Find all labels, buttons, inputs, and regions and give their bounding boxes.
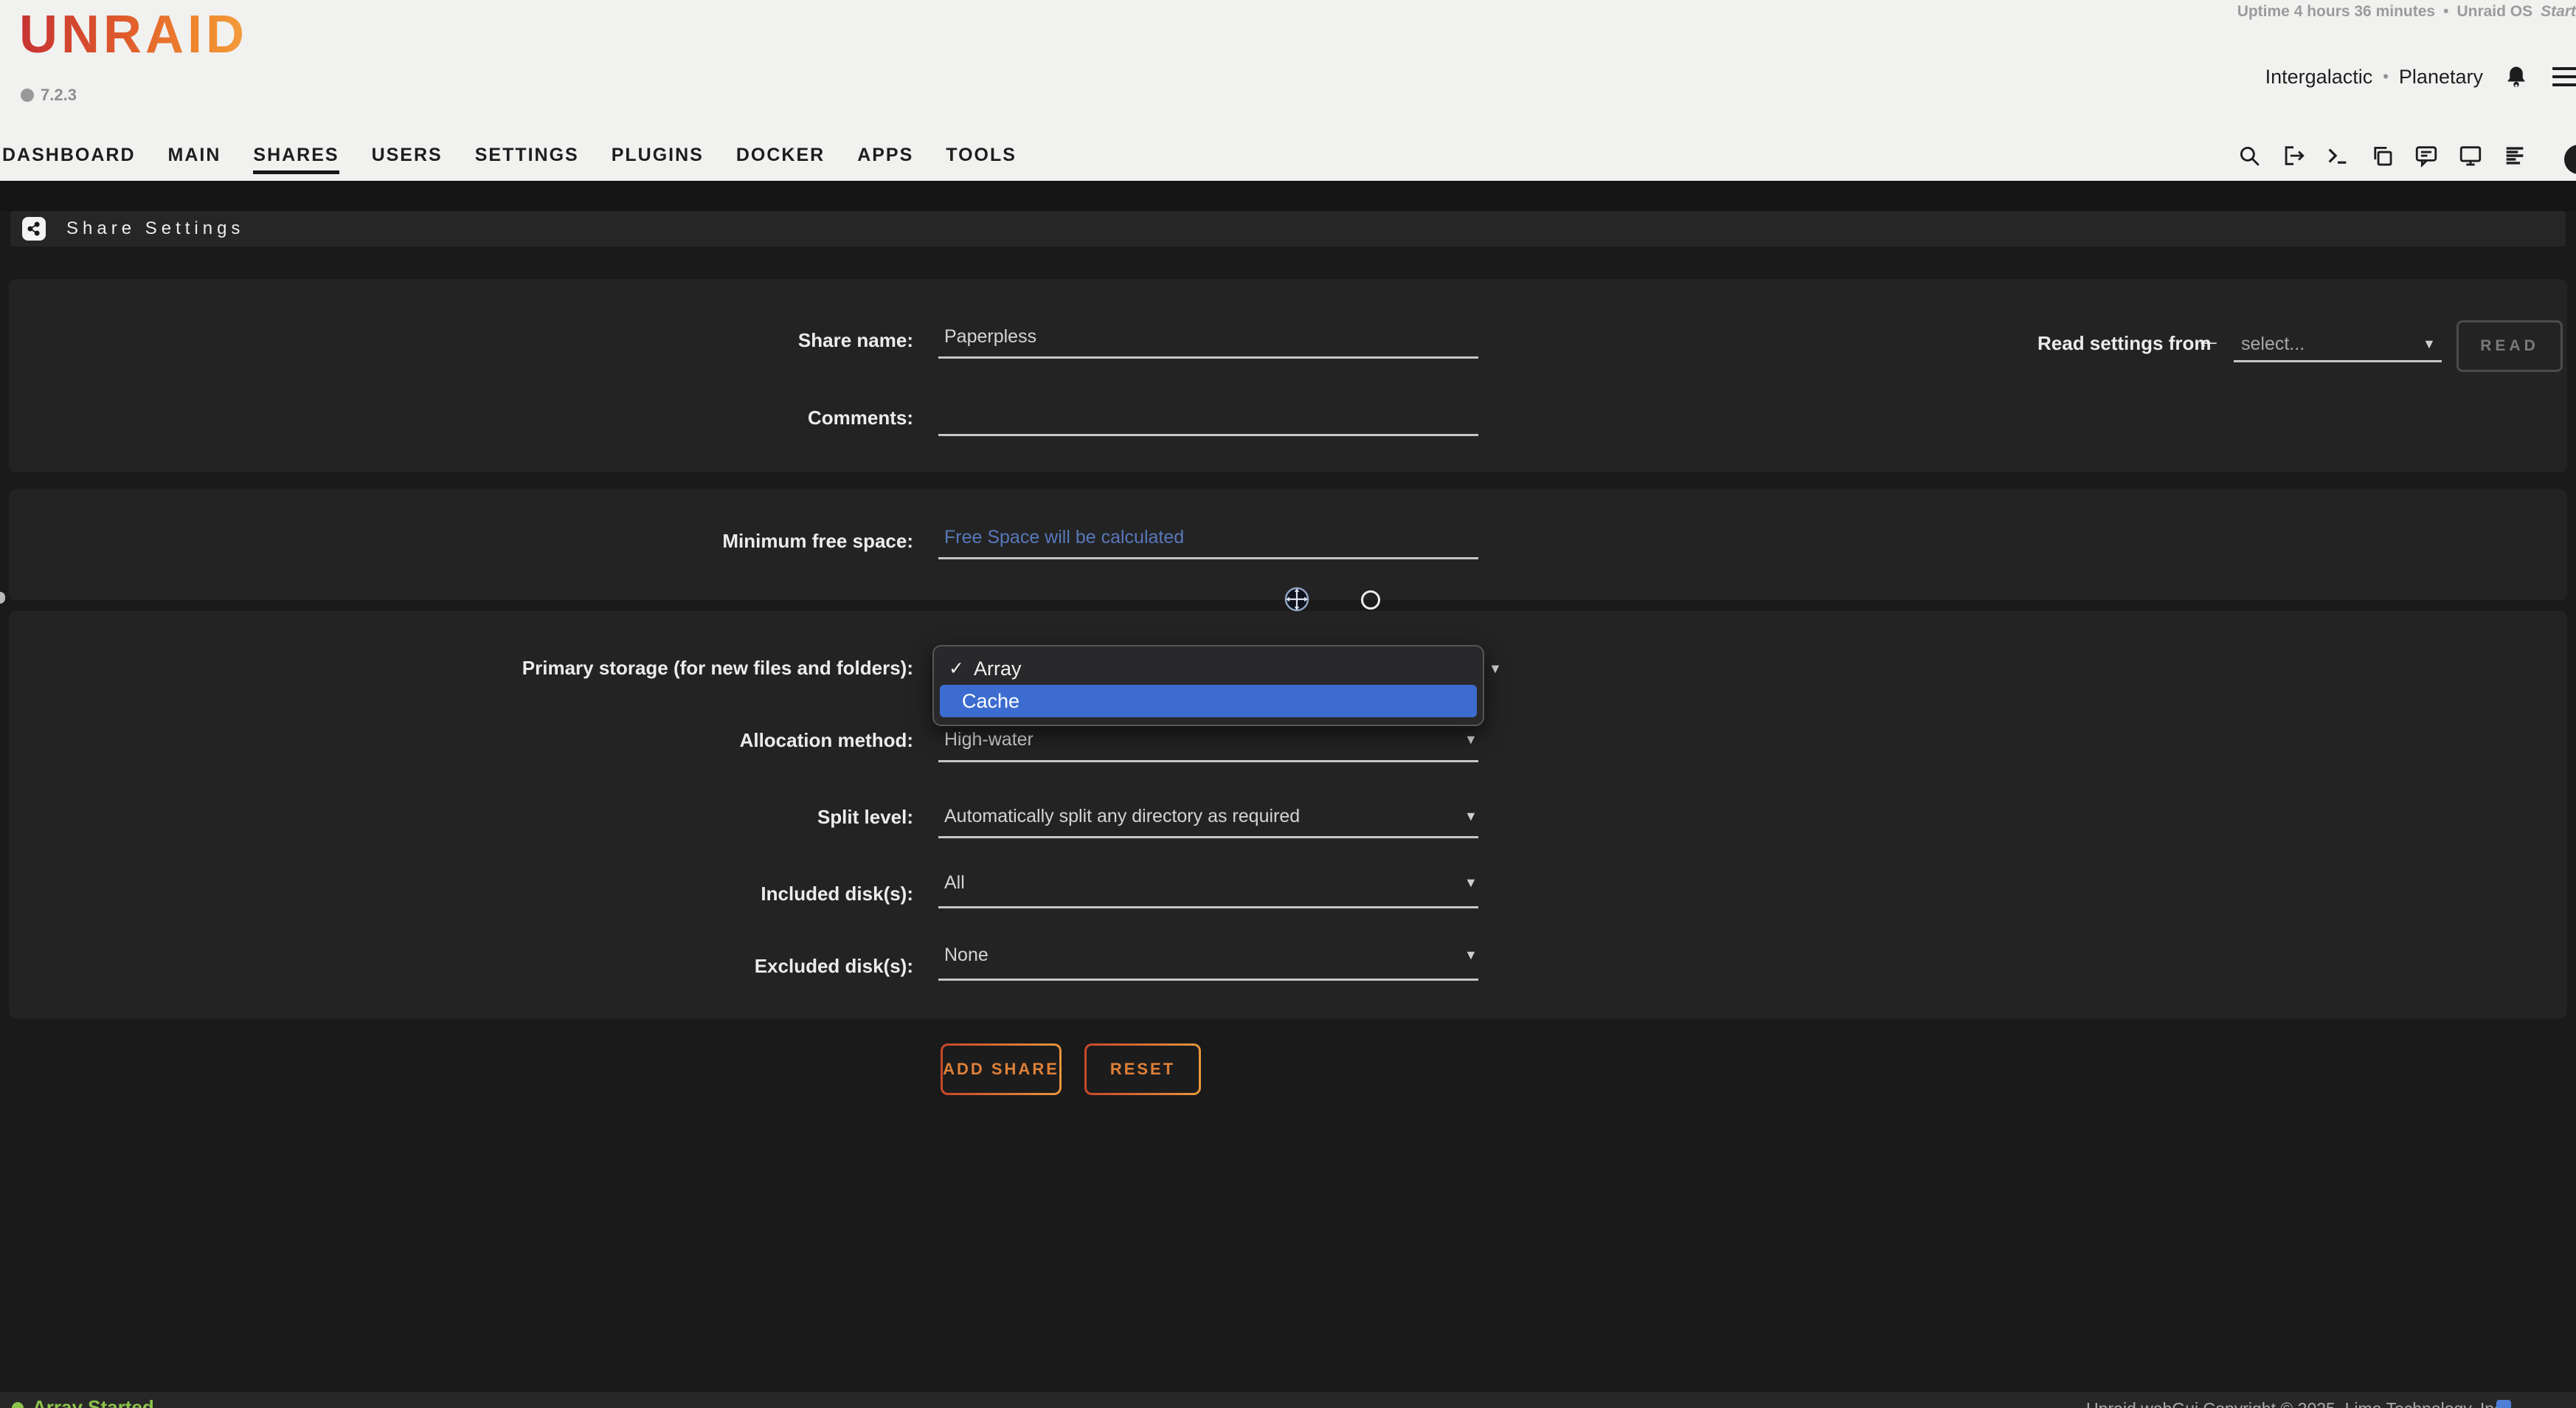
uptime-text: Uptime 4 hours 36 minutes bbox=[2237, 3, 2435, 21]
array-status-text: Array Started bbox=[32, 1396, 154, 1408]
terminal-icon[interactable] bbox=[2325, 143, 2350, 168]
nav-item-apps[interactable]: APPS bbox=[857, 145, 913, 174]
allocation-method-caret-icon: ▼ bbox=[1464, 732, 1478, 748]
read-settings-select[interactable]: select... bbox=[2241, 334, 2305, 355]
uptime-line: Uptime 4 hours 36 minutes • Unraid OS St… bbox=[2237, 3, 2576, 21]
server-line: Intergalactic • Planetary bbox=[2265, 63, 2576, 90]
allocation-method-label: Allocation method: bbox=[0, 729, 913, 752]
search-icon[interactable] bbox=[2237, 143, 2262, 168]
excluded-disks-caret-icon: ▼ bbox=[1464, 948, 1478, 963]
check-icon: ✓ bbox=[949, 658, 965, 680]
version-indicator: 7.2.3 bbox=[21, 86, 77, 105]
split-level-underline bbox=[938, 836, 1478, 838]
notifications-bell-icon[interactable] bbox=[2504, 63, 2529, 90]
dropdown-option-label: Cache bbox=[962, 690, 1019, 713]
primary-storage-label: Primary storage (for new files and folde… bbox=[0, 657, 913, 680]
share-name-label: Share name: bbox=[0, 329, 913, 352]
unraid-logo: UNRAID bbox=[19, 4, 248, 65]
panel-share-identity bbox=[9, 279, 2567, 472]
profile-icon[interactable] bbox=[2564, 145, 2576, 174]
split-level-select[interactable]: Automatically split any directory as req… bbox=[944, 806, 1300, 827]
hamburger-menu-icon[interactable] bbox=[2552, 67, 2576, 86]
header: UNRAID 7.2.3 Uptime 4 hours 36 minutes •… bbox=[0, 0, 2576, 181]
primary-storage-caret-icon: ▼ bbox=[1489, 661, 1502, 677]
min-free-space-input[interactable] bbox=[938, 525, 1478, 559]
read-settings-underline bbox=[2234, 360, 2442, 362]
read-settings-caret-icon: ▼ bbox=[2423, 337, 2436, 352]
header-toolbar bbox=[2237, 143, 2527, 168]
split-level-label: Split level: bbox=[0, 806, 913, 829]
footer-info-icon[interactable] bbox=[2496, 1400, 2511, 1408]
copyright-text: Unraid webGui Copyright © 2025, Lime Tec… bbox=[2086, 1399, 2507, 1408]
dropdown-option-label: Array bbox=[974, 658, 1022, 680]
excluded-disks-label: Excluded disk(s): bbox=[0, 955, 913, 978]
nav-item-users[interactable]: USERS bbox=[372, 145, 443, 174]
back-arrow-icon: ← bbox=[2195, 323, 2222, 354]
allocation-method-select[interactable]: High-water bbox=[944, 729, 1033, 750]
log-icon[interactable] bbox=[2502, 143, 2527, 168]
included-disks-caret-icon: ▼ bbox=[1464, 875, 1478, 891]
uptime-bullet: • bbox=[2443, 3, 2448, 21]
nav-item-plugins[interactable]: PLUGINS bbox=[612, 145, 704, 174]
footer: Array Started Unraid webGui Copyright © … bbox=[0, 1392, 2576, 1408]
nav-item-main[interactable]: MAIN bbox=[168, 145, 221, 174]
version-text: 7.2.3 bbox=[41, 86, 77, 105]
copy-icon[interactable] bbox=[2369, 143, 2395, 168]
server-name: Intergalactic bbox=[2265, 66, 2373, 89]
nav-item-dashboard[interactable]: DASHBOARD bbox=[2, 145, 136, 174]
allocation-method-underline bbox=[938, 760, 1478, 762]
dropdown-option-cache[interactable]: Cache bbox=[940, 685, 1477, 717]
page-title: Share Settings bbox=[66, 218, 244, 239]
min-free-space-label: Minimum free space: bbox=[0, 530, 913, 553]
dropdown-option-array[interactable]: ✓ Array bbox=[940, 652, 1477, 685]
unraid-share-settings-screen: UNRAID 7.2.3 Uptime 4 hours 36 minutes •… bbox=[0, 0, 2576, 1408]
array-status: Array Started bbox=[12, 1396, 154, 1408]
move-cursor-icon bbox=[1282, 584, 1312, 618]
status-dot-icon bbox=[12, 1402, 24, 1408]
read-button[interactable]: READ bbox=[2456, 320, 2563, 372]
comments-input[interactable] bbox=[938, 402, 1478, 436]
main-nav: DASHBOARD MAIN SHARES USERS SETTINGS PLU… bbox=[2, 145, 1017, 174]
add-share-button[interactable]: ADD SHARE bbox=[941, 1043, 1062, 1095]
read-settings-label: Read settings from bbox=[2037, 332, 2212, 355]
excluded-disks-underline bbox=[938, 979, 1478, 981]
nav-item-docker[interactable]: DOCKER bbox=[736, 145, 825, 174]
reset-button[interactable]: RESET bbox=[1084, 1043, 1201, 1095]
server-bullet: • bbox=[2383, 67, 2389, 86]
nav-item-settings[interactable]: SETTINGS bbox=[475, 145, 579, 174]
os-name: Unraid OS bbox=[2456, 3, 2532, 21]
split-level-caret-icon: ▼ bbox=[1464, 809, 1478, 824]
page-title-bar: Share Settings bbox=[10, 211, 2566, 246]
logout-icon[interactable] bbox=[2281, 143, 2306, 168]
feedback-icon[interactable] bbox=[2414, 143, 2439, 168]
os-license: Start bbox=[2541, 3, 2576, 21]
display-icon[interactable] bbox=[2458, 143, 2483, 168]
click-indicator-circle bbox=[1361, 590, 1380, 610]
excluded-disks-select[interactable]: None bbox=[944, 945, 988, 966]
edge-marker bbox=[0, 592, 5, 604]
primary-storage-dropdown: ✓ Array Cache bbox=[932, 645, 1484, 726]
included-disks-underline bbox=[938, 906, 1478, 908]
included-disks-label: Included disk(s): bbox=[0, 883, 913, 905]
share-icon bbox=[22, 217, 46, 241]
server-description: Planetary bbox=[2399, 66, 2483, 89]
share-name-input[interactable] bbox=[938, 325, 1478, 359]
included-disks-select[interactable]: All bbox=[944, 872, 965, 894]
comments-label: Comments: bbox=[0, 407, 913, 429]
nav-item-shares[interactable]: SHARES bbox=[253, 145, 339, 174]
version-icon bbox=[21, 89, 34, 102]
nav-item-tools[interactable]: TOOLS bbox=[946, 145, 1017, 174]
header-body-divider bbox=[0, 181, 2576, 211]
